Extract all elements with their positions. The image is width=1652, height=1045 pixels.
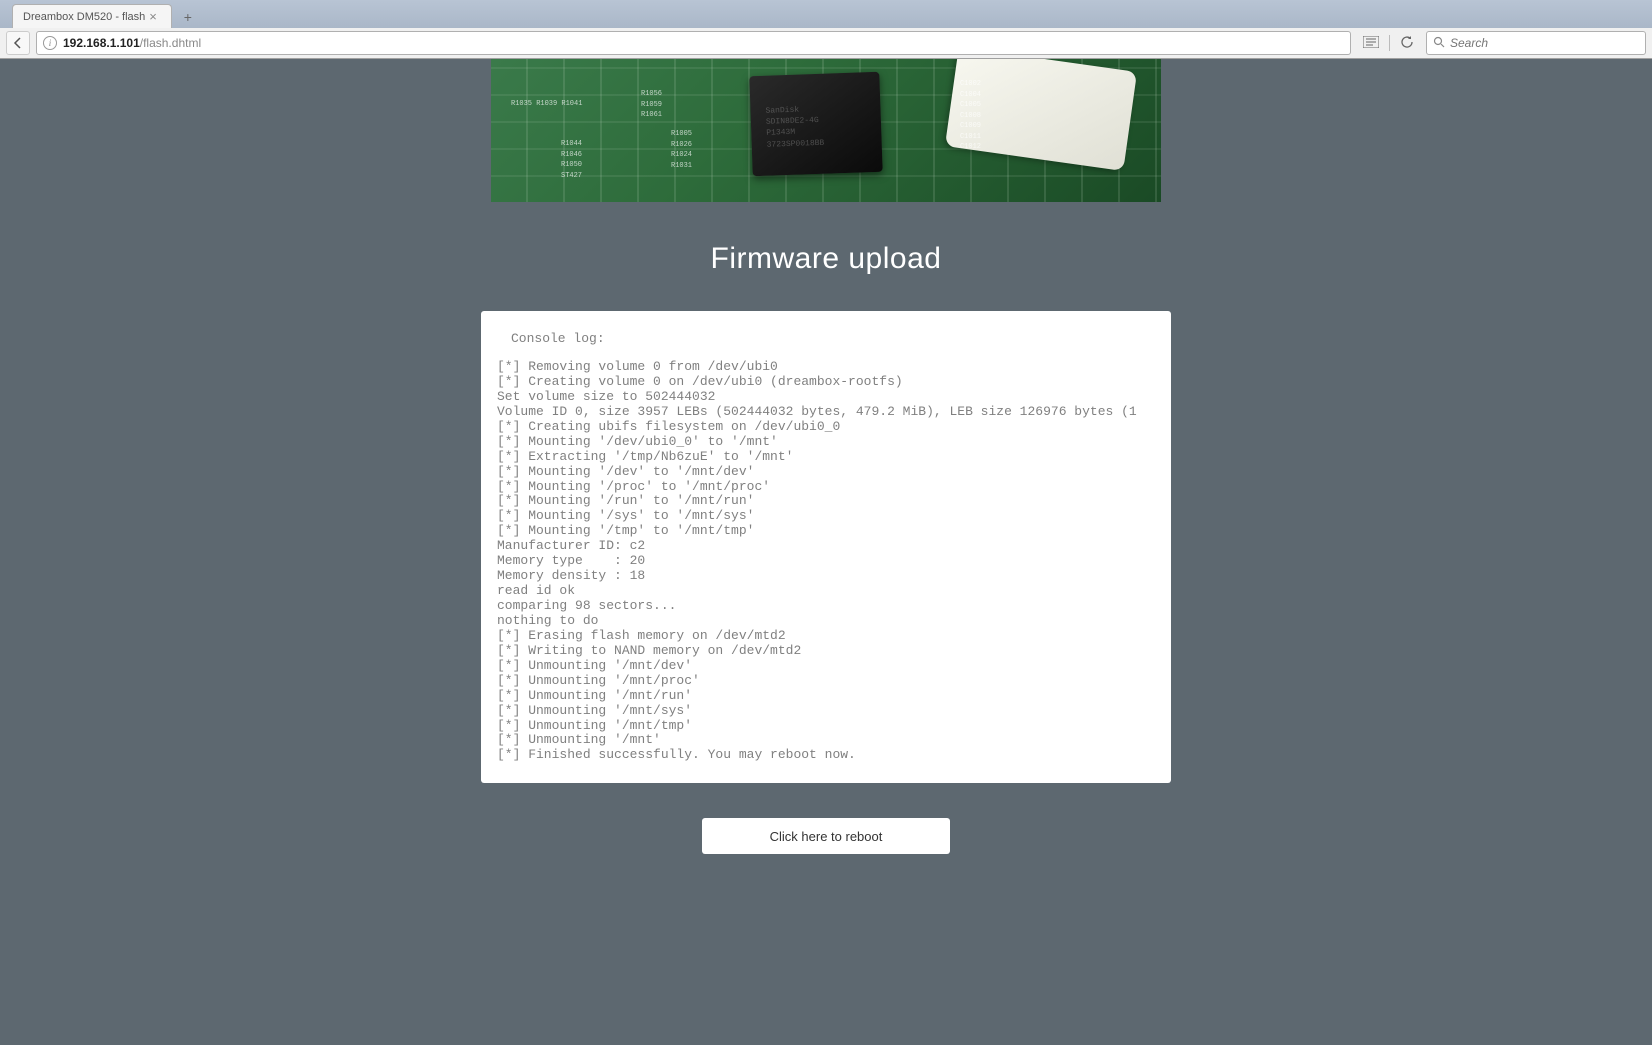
url-host: 192.168.1.101 [63,36,140,50]
back-button[interactable] [6,31,30,55]
reader-icon[interactable] [1363,35,1379,51]
tab-bar: Dreambox DM520 - flash × + [0,0,1652,28]
pcb-label: R1056 R1059 R1061 [641,89,662,121]
chip-label: SanDisk SDIN8DE2-4G P1343M 3723SP0018BB [765,104,824,151]
pcb-chip: SanDisk SDIN8DE2-4G P1343M 3723SP0018BB [749,72,882,176]
url-bar: i 192.168.1.101/flash.dhtml [0,28,1652,58]
search-icon [1433,36,1445,51]
toolbar-icons [1357,35,1420,52]
url-path: /flash.dhtml [140,36,201,50]
close-tab-icon[interactable]: × [145,9,161,24]
browser-chrome: Dreambox DM520 - flash × + i 192.168.1.1… [0,0,1652,59]
reload-icon[interactable] [1400,35,1414,52]
page-content: SanDisk SDIN8DE2-4G P1343M 3723SP0018BB … [0,59,1652,1045]
page-title: Firmware upload [711,242,942,276]
console-log: [*] Removing volume 0 from /dev/ubi0 [*]… [497,360,1155,763]
pcb-label: R1044 R1046 R1050 ST427 [561,139,582,181]
pcb-label: R1035 R1039 R1041 [511,99,582,110]
toolbar-divider [1389,35,1390,51]
console-label: Console log: [497,331,1155,346]
header-image: SanDisk SDIN8DE2-4G P1343M 3723SP0018BB … [491,59,1161,202]
new-tab-button[interactable]: + [176,6,200,28]
reboot-button[interactable]: Click here to reboot [702,818,950,854]
browser-tab[interactable]: Dreambox DM520 - flash × [12,4,172,28]
back-arrow-icon [11,36,25,50]
pcb-label: C1002 C1004 C1005 C1008 C1009 C1011 C101… [960,79,981,153]
url-field[interactable]: i 192.168.1.101/flash.dhtml [36,31,1351,55]
tab-title: Dreambox DM520 - flash [23,11,145,23]
url-text: 192.168.1.101/flash.dhtml [63,36,201,50]
search-field[interactable] [1426,31,1646,55]
search-input[interactable] [1450,36,1639,50]
info-icon[interactable]: i [43,36,57,50]
pcb-label: R1005 R1026 R1024 R1031 [671,129,692,171]
console-box: Console log: [*] Removing volume 0 from … [481,311,1171,783]
